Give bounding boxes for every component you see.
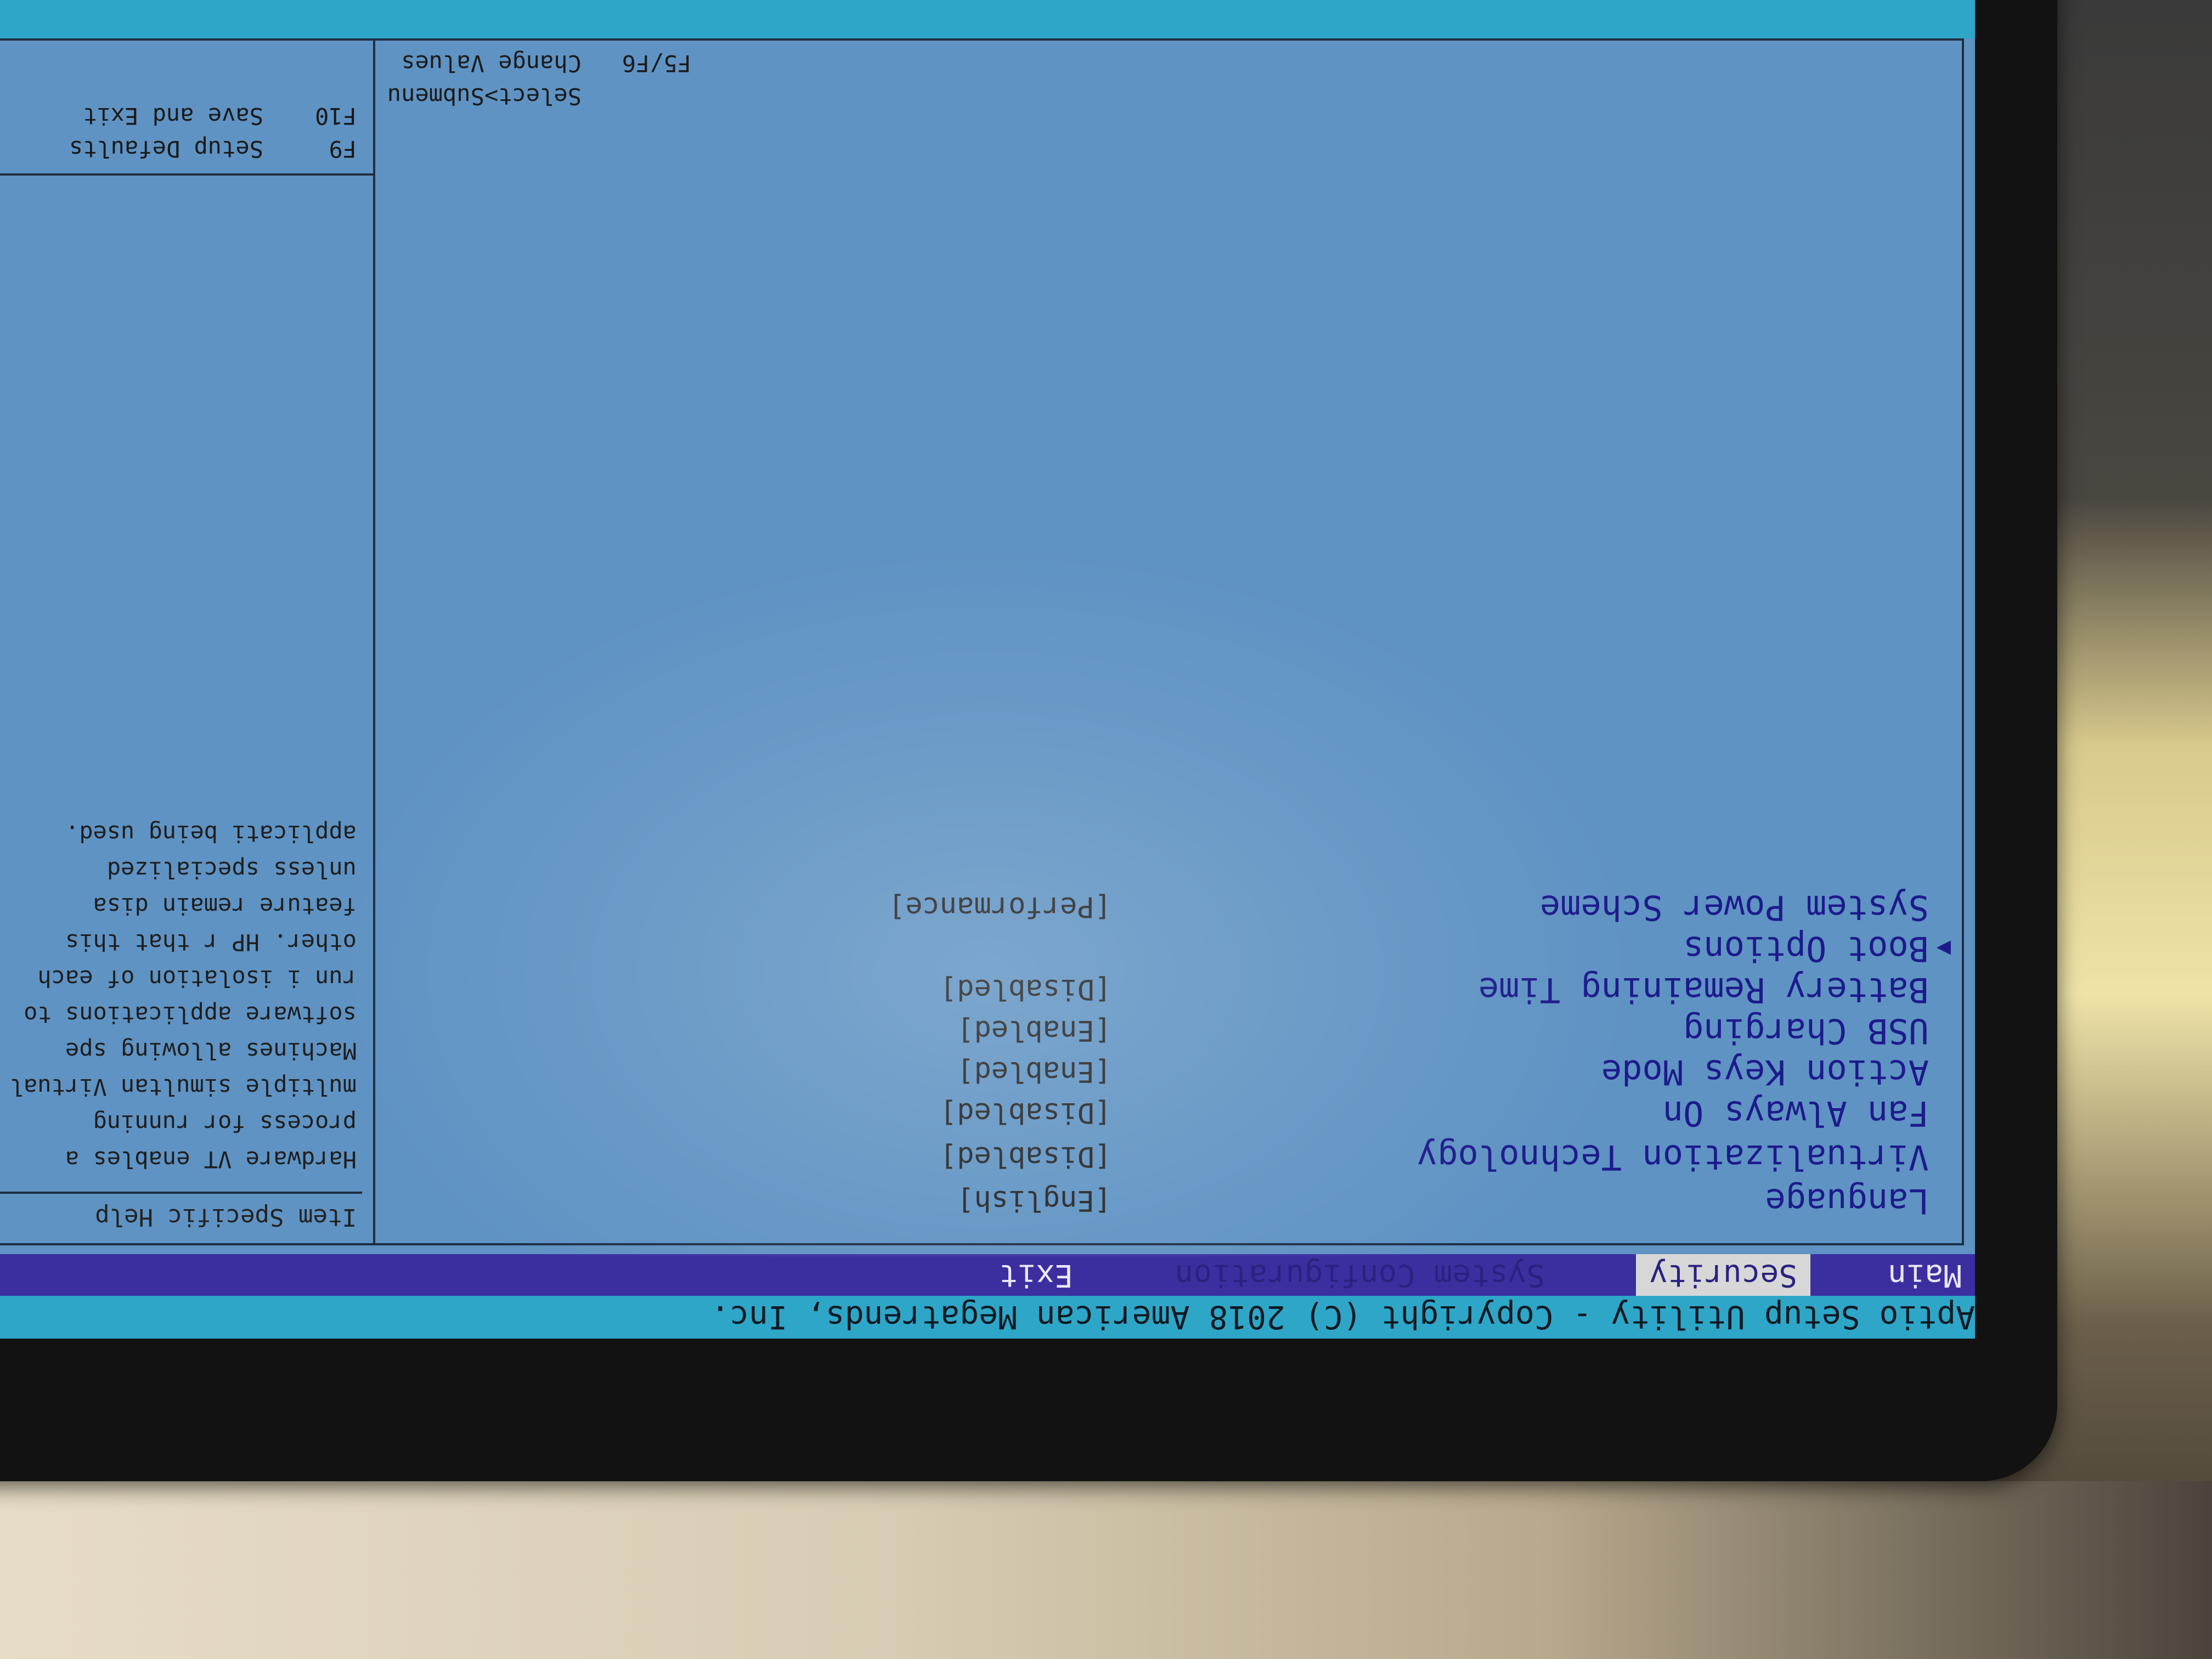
key-select-desc: Select>Submenu — [387, 83, 582, 110]
tab-main[interactable]: Main — [1875, 1254, 1975, 1296]
setting-fan-always-on[interactable]: Fan Always On — [1663, 1093, 1929, 1133]
setting-boot-options[interactable]: Boot Options — [1683, 929, 1929, 969]
settings-panel: Language [English] Virtualization Techno… — [373, 38, 1964, 1245]
bios-screen: Aptio Setup Utility - Copyright (C) 2018… — [0, 0, 1975, 1339]
setting-battery-remaining-time[interactable]: Battery Remaining Time — [1479, 970, 1929, 1010]
value-system-power-scheme[interactable]: [Performance] — [888, 890, 1111, 923]
bios-display: Aptio Setup Utility - Copyright (C) 2018… — [0, 0, 1975, 1339]
setting-action-keys-mode[interactable]: Action Keys Mode — [1601, 1052, 1929, 1092]
submenu-arrow-icon: ▶ — [1936, 935, 1951, 963]
help-text: Hardware VT enables a process for runnin… — [9, 820, 357, 1173]
value-virtualization-technology[interactable]: [Disabled] — [940, 1140, 1111, 1173]
title-text: Aptio Setup Utility - Copyright (C) 2018… — [710, 1299, 1975, 1336]
value-battery-remaining-time[interactable]: [Disabled] — [940, 973, 1111, 1006]
tab-system-configuration[interactable]: System Configuration — [1161, 1254, 1558, 1296]
key-f5f6-desc: Change Values — [401, 50, 582, 77]
key-f9: F9 — [329, 136, 357, 162]
value-language[interactable]: [English] — [957, 1184, 1111, 1217]
tab-bar: Main Security System Configuration Exit — [0, 1254, 1975, 1296]
key-f5f6: F5/F6 — [622, 50, 691, 77]
key-f10: F10 — [315, 103, 357, 129]
help-panel: Item Specific Help Hardware VT enables a… — [0, 38, 373, 1245]
setting-language[interactable]: Language — [1765, 1181, 1929, 1221]
tab-security[interactable]: Security — [1636, 1254, 1810, 1296]
key-f9-desc: Setup Defaults — [69, 136, 263, 162]
status-bar — [0, 0, 1975, 38]
help-title: Item Specific Help — [95, 1203, 357, 1231]
value-fan-always-on[interactable]: [Disabled] — [940, 1096, 1111, 1129]
value-action-keys-mode[interactable]: [Enabled] — [957, 1055, 1111, 1088]
setting-system-power-scheme[interactable]: System Power Scheme — [1540, 888, 1929, 928]
value-usb-charging[interactable]: [Enabled] — [957, 1014, 1111, 1047]
title-bar: Aptio Setup Utility - Copyright (C) 2018… — [0, 1296, 1975, 1339]
setting-usb-charging[interactable]: USB Charging — [1683, 1011, 1929, 1051]
background-floor — [0, 1481, 2212, 1659]
key-f10-desc: Save and Exit — [83, 103, 263, 129]
setting-virtualization-technology[interactable]: Virtualization Technology — [1417, 1137, 1929, 1177]
tab-exit[interactable]: Exit — [986, 1254, 1086, 1296]
help-divider — [0, 1192, 362, 1194]
